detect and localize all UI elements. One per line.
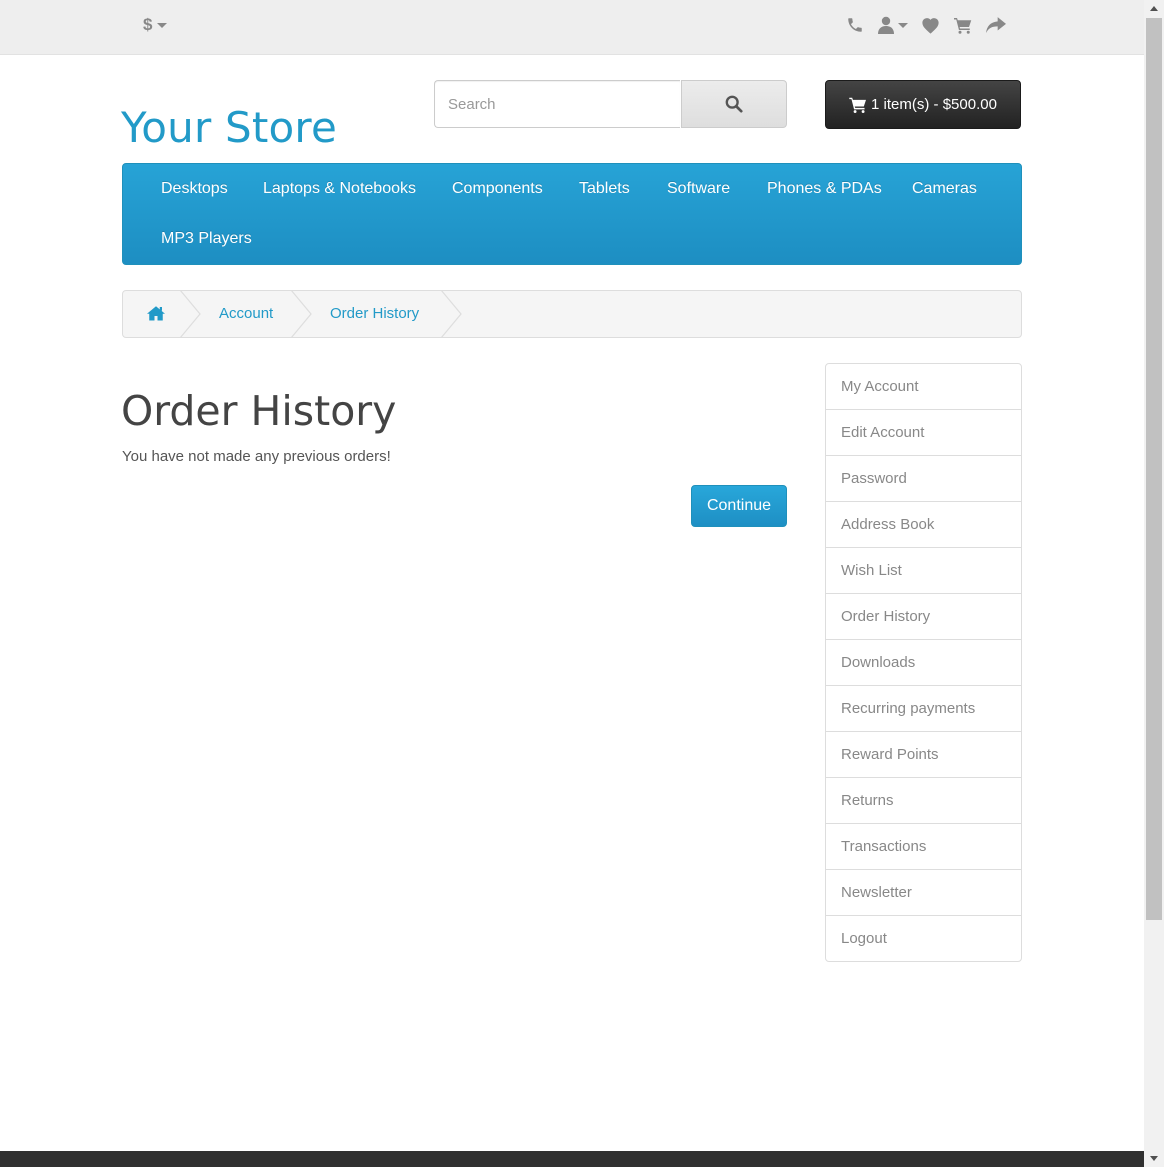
breadcrumb-separator	[441, 290, 462, 338]
sidebar-item-order-history[interactable]: Order History	[826, 593, 1021, 639]
menu-item-mp3-players[interactable]: MP3 Players	[161, 230, 252, 248]
top-links	[846, 12, 1006, 38]
menu-item-tablets[interactable]: Tablets	[579, 180, 630, 198]
sidebar-item-my-account[interactable]: My Account	[826, 364, 1021, 409]
page-title: Order History	[121, 387, 397, 435]
search-button[interactable]	[681, 80, 787, 128]
footer	[0, 1151, 1144, 1167]
sidebar-item-reward-points[interactable]: Reward Points	[826, 731, 1021, 777]
caret-down-icon	[898, 22, 908, 28]
sidebar-item-recurring-payments[interactable]: Recurring payments	[826, 685, 1021, 731]
caret-down-icon	[157, 22, 168, 28]
sidebar-item-logout[interactable]: Logout	[826, 915, 1021, 961]
sidebar-item-password[interactable]: Password	[826, 455, 1021, 501]
account-sidebar: My Account Edit Account Password Address…	[825, 363, 1022, 962]
search-icon	[725, 95, 743, 113]
currency-dropdown[interactable]: $	[143, 14, 168, 36]
home-icon[interactable]	[147, 305, 165, 325]
breadcrumb: Account Order History	[122, 290, 1022, 338]
cart-button[interactable]: 1 item(s) - $500.00	[825, 80, 1021, 129]
share-icon[interactable]	[986, 16, 1006, 34]
sidebar-item-downloads[interactable]: Downloads	[826, 639, 1021, 685]
breadcrumb-order-history[interactable]: Order History	[330, 305, 419, 322]
sidebar-item-wish-list[interactable]: Wish List	[826, 547, 1021, 593]
heart-icon[interactable]	[921, 17, 940, 34]
breadcrumb-account[interactable]: Account	[219, 305, 273, 322]
store-logo[interactable]: Your Store	[121, 102, 337, 154]
cart-total-label: 1 item(s) - $500.00	[871, 96, 997, 113]
sidebar-item-transactions[interactable]: Transactions	[826, 823, 1021, 869]
sidebar-item-address-book[interactable]: Address Book	[826, 501, 1021, 547]
phone-icon[interactable]	[846, 16, 864, 34]
main-menu: Desktops Laptops & Notebooks Components …	[122, 163, 1022, 265]
sidebar-item-newsletter[interactable]: Newsletter	[826, 869, 1021, 915]
menu-item-components[interactable]: Components	[452, 180, 543, 198]
user-icon	[878, 16, 894, 34]
scroll-down-arrow-icon[interactable]	[1144, 1150, 1164, 1167]
scrollbar-thumb[interactable]	[1146, 18, 1162, 920]
sidebar-item-returns[interactable]: Returns	[826, 777, 1021, 823]
user-dropdown[interactable]	[878, 16, 908, 34]
scroll-up-arrow-icon[interactable]	[1144, 0, 1164, 17]
cart-icon	[849, 97, 867, 113]
breadcrumb-separator	[291, 290, 312, 338]
continue-button[interactable]: Continue	[691, 485, 787, 527]
cart-icon[interactable]	[954, 17, 972, 34]
menu-item-desktops[interactable]: Desktops	[161, 180, 228, 198]
menu-item-laptops-notebooks[interactable]: Laptops & Notebooks	[263, 180, 416, 198]
menu-item-phones-pdas[interactable]: Phones & PDAs	[767, 180, 882, 198]
menu-item-software[interactable]: Software	[667, 180, 730, 198]
currency-symbol: $	[143, 15, 153, 34]
sidebar-item-edit-account[interactable]: Edit Account	[826, 409, 1021, 455]
menu-item-cameras[interactable]: Cameras	[912, 180, 977, 198]
top-bar: $	[0, 0, 1144, 55]
empty-orders-message: You have not made any previous orders!	[122, 448, 391, 465]
vertical-scrollbar[interactable]	[1144, 0, 1164, 1167]
breadcrumb-separator	[180, 290, 201, 338]
search-input[interactable]	[434, 80, 680, 128]
